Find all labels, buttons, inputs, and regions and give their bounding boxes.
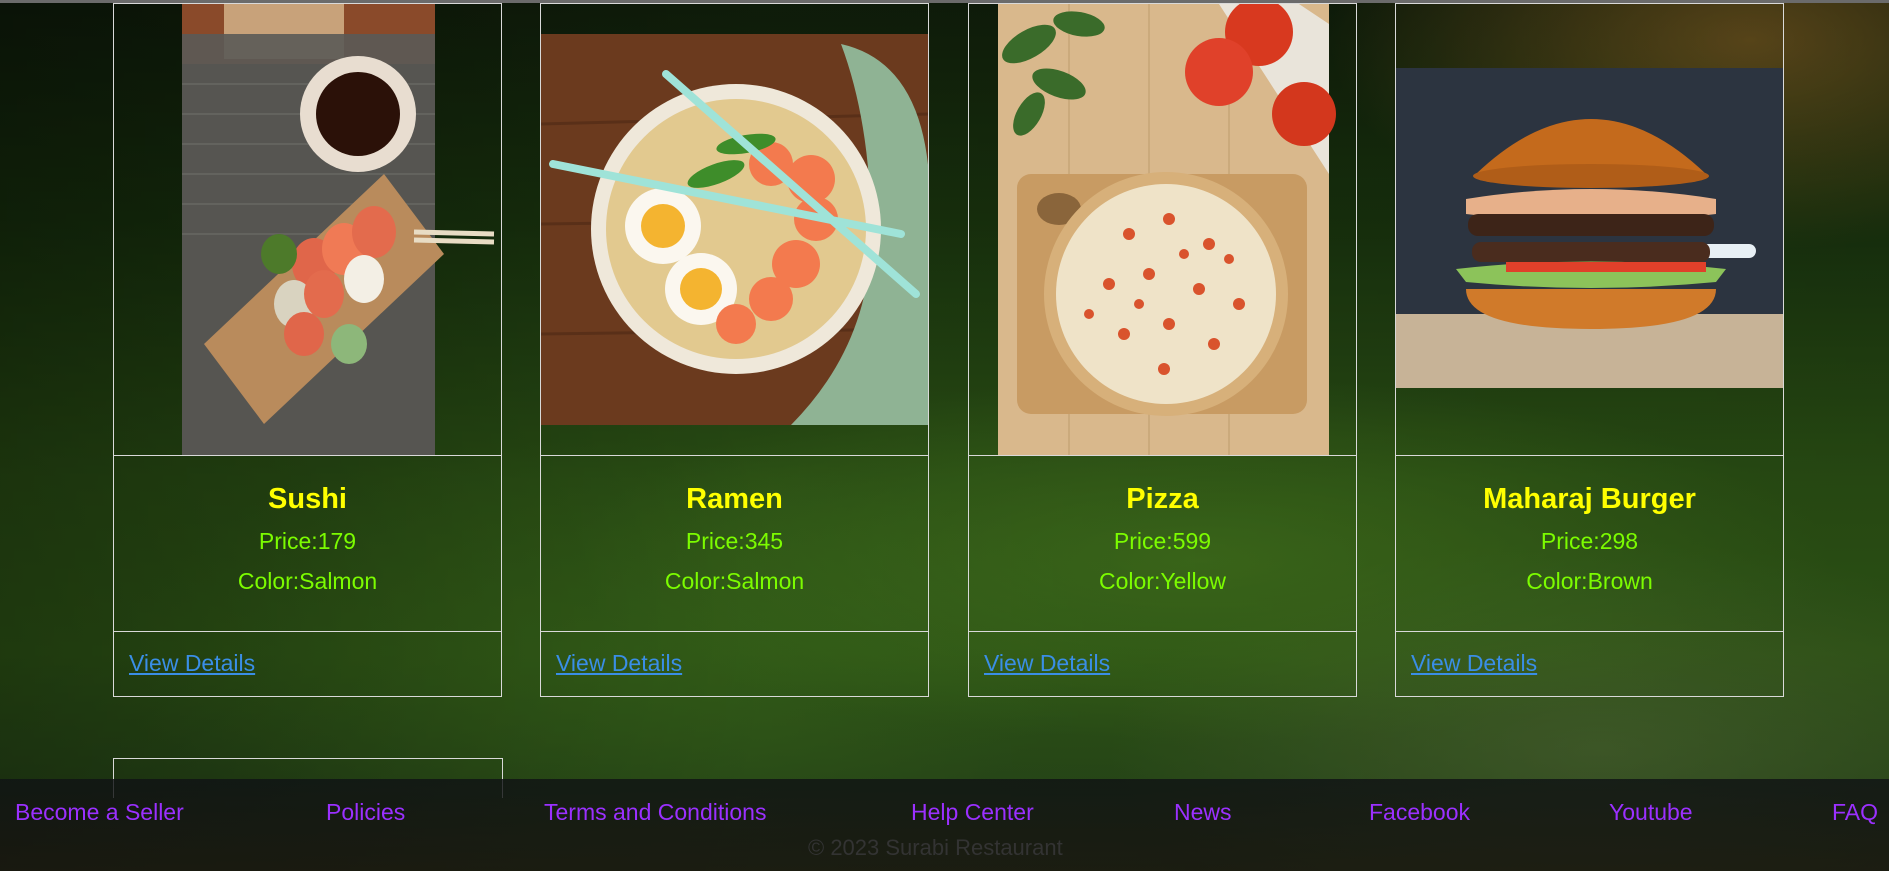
site-footer: Become a Seller Policies Terms and Condi… <box>0 779 1889 871</box>
product-color: Color:Salmon <box>237 568 378 594</box>
product-image-ramen <box>541 4 928 456</box>
product-color: Color:Yellow <box>1099 568 1226 594</box>
product-card-pizza: Pizza Price:599 Color:Yellow View Detail… <box>968 3 1357 697</box>
product-image-sushi <box>114 4 501 456</box>
footer-link-terms-and-conditions[interactable]: Terms and Conditions <box>544 799 766 826</box>
product-price: Price:298 <box>1540 528 1639 554</box>
footer-link-become-a-seller[interactable]: Become a Seller <box>15 799 184 826</box>
burger-image <box>1396 68 1783 388</box>
product-card-maharaj-burger: Maharaj Burger Price:298 Color:Brown Vie… <box>1395 3 1784 697</box>
footer-link-facebook[interactable]: Facebook <box>1369 799 1470 826</box>
product-color: Color:Salmon <box>664 568 805 594</box>
product-price: Price:599 <box>1113 528 1212 554</box>
product-card-sushi: Sushi Price:179 Color:Salmon View Detail… <box>113 3 502 697</box>
footer-link-help-center[interactable]: Help Center <box>911 799 1034 826</box>
product-title: Maharaj Burger <box>1483 483 1696 515</box>
product-title: Sushi <box>268 483 347 515</box>
view-details-link[interactable]: View Details <box>556 650 682 677</box>
product-card-ramen: Ramen Price:345 Color:Salmon View Detail… <box>540 3 929 697</box>
sushi-image <box>182 4 495 455</box>
view-details-link[interactable]: View Details <box>1411 650 1537 677</box>
product-title: Ramen <box>686 483 783 515</box>
pizza-image <box>998 4 1336 455</box>
ramen-image <box>541 34 928 425</box>
product-image-pizza <box>969 4 1356 456</box>
footer-link-policies[interactable]: Policies <box>326 799 405 826</box>
footer-link-news[interactable]: News <box>1174 799 1232 826</box>
copyright-text: © 2023 Surabi Restaurant <box>808 835 1063 860</box>
footer-link-youtube[interactable]: Youtube <box>1609 799 1693 826</box>
product-price: Price:179 <box>258 528 357 554</box>
product-image-burger <box>1396 4 1783 456</box>
view-details-link[interactable]: View Details <box>129 650 255 677</box>
product-price: Price:345 <box>685 528 784 554</box>
view-details-link[interactable]: View Details <box>984 650 1110 677</box>
footer-link-faq[interactable]: FAQ <box>1832 799 1878 826</box>
product-title: Pizza <box>1126 483 1199 515</box>
product-color: Color:Brown <box>1526 568 1653 594</box>
